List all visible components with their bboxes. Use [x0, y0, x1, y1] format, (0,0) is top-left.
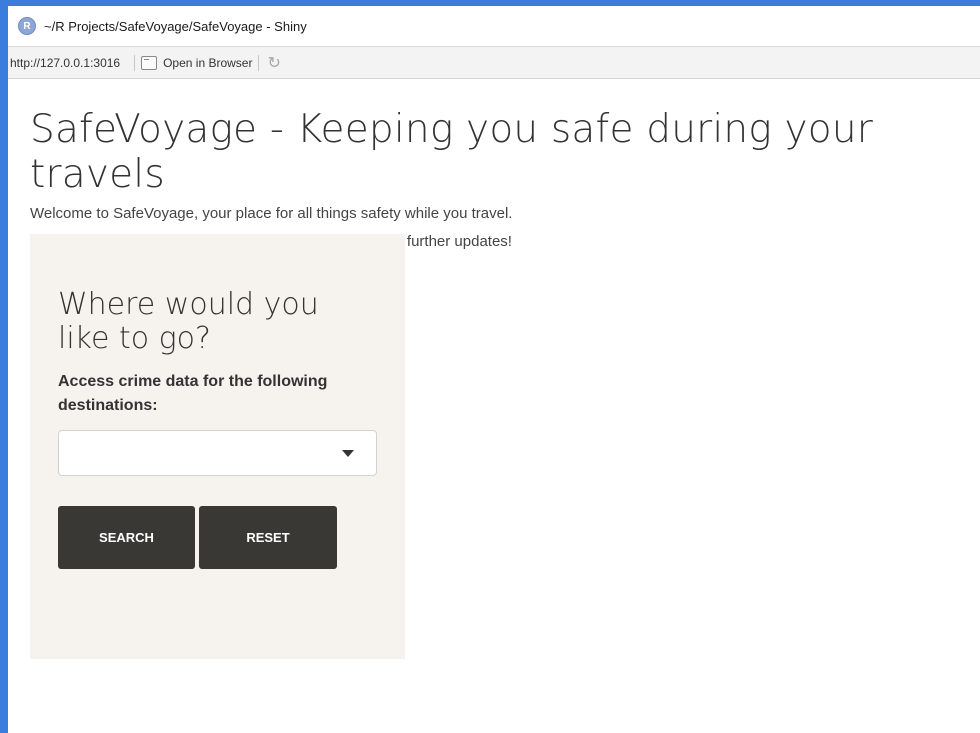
search-panel: Where would you like to go? Access crime… — [30, 234, 405, 659]
page-content: SafeVoyage - Keeping you safe during you… — [8, 107, 980, 251]
intro-line-1: Welcome to SafeVoyage, your place for al… — [30, 205, 513, 222]
open-in-browser-button[interactable]: Open in Browser — [141, 55, 253, 70]
divider — [258, 54, 260, 71]
title-bar: R ~/R Projects/SafeVoyage/SafeVoyage - S… — [8, 6, 980, 46]
reset-button[interactable]: RESET — [199, 506, 337, 569]
panel-title: Where would you like to go? — [58, 287, 319, 356]
url-bar: http://127.0.0.1:3016 Open in Browser ↻ — [8, 46, 980, 79]
button-group: SEARCH RESET — [58, 506, 377, 569]
window-title: ~/R Projects/SafeVoyage/SafeVoyage - Shi… — [44, 18, 307, 34]
destination-label: Access crime data for the following dest… — [58, 373, 328, 414]
app-window: R ~/R Projects/SafeVoyage/SafeVoyage - S… — [8, 6, 980, 733]
divider — [134, 54, 136, 71]
search-button[interactable]: SEARCH — [58, 506, 195, 569]
destination-select[interactable] — [58, 430, 377, 476]
url-text: http://127.0.0.1:3016 — [10, 55, 121, 70]
open-in-browser-label: Open in Browser — [163, 55, 253, 70]
refresh-icon[interactable]: ↻ — [267, 53, 280, 73]
open-browser-icon — [141, 55, 158, 70]
chevron-down-icon — [342, 450, 354, 457]
page-title: SafeVoyage - Keeping you safe during you… — [30, 107, 873, 197]
r-logo-icon: R — [18, 17, 36, 35]
